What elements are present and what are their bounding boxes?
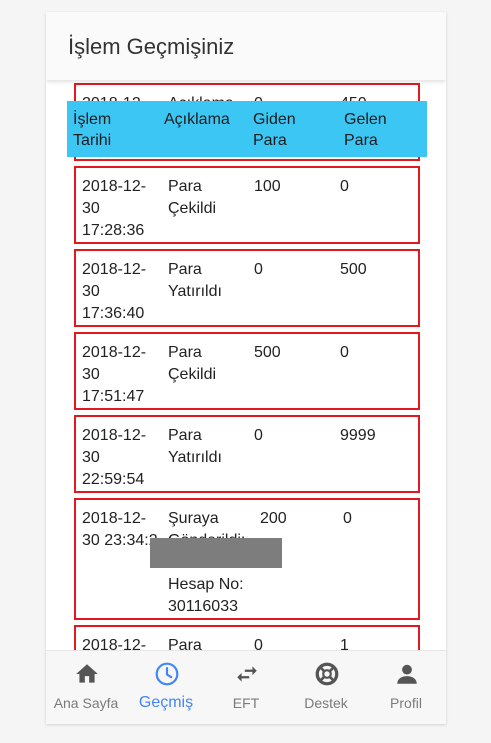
outgoing-cell: 0 <box>254 427 263 444</box>
bottom-navigation: Ana Sayfa Geçmiş EFT Destek Profil <box>46 650 446 724</box>
incoming-cell: 1 <box>340 637 349 650</box>
account-number-text: Hesap No: 30116033 <box>168 576 244 615</box>
clock-icon <box>155 662 179 686</box>
nav-history[interactable]: Geçmiş <box>126 651 206 724</box>
column-header-date: İşlem Tarihi <box>73 111 112 149</box>
column-header-outgoing: Giden Para <box>253 111 296 149</box>
incoming-cell: 0 <box>340 178 349 195</box>
table-row[interactable]: 2018-12- Para 0 1 <box>74 625 420 650</box>
description-cell: Para Çekildi <box>168 344 217 383</box>
nav-home[interactable]: Ana Sayfa <box>46 651 126 724</box>
nav-profile-label: Profil <box>390 695 422 711</box>
outgoing-cell: 0 <box>254 637 263 650</box>
home-icon <box>76 664 98 683</box>
nav-support-label: Destek <box>304 695 348 711</box>
date-cell: 2018-12- <box>82 637 147 650</box>
description-cell: Para Yatırıldı <box>168 427 222 466</box>
table-header: İşlem Tarihi Açıklama Giden Para Gelen P… <box>67 101 427 157</box>
app-window: İşlem Geçmişiniz 2018-12-30 Açıklama 0 4… <box>46 12 446 724</box>
description-cell: Para Yatırıldı <box>168 261 222 300</box>
description-cell: Para Çekildi <box>168 178 217 217</box>
nav-eft[interactable]: EFT <box>206 651 286 724</box>
table-row[interactable]: 2018-12-30 17:36:40 Para Yatırıldı 0 500 <box>74 249 420 327</box>
date-cell: 2018-12-30 23:34:2 <box>82 510 158 549</box>
person-icon <box>397 664 417 684</box>
nav-support[interactable]: Destek <box>286 651 366 724</box>
date-cell: 2018-12-30 17:28:36 <box>82 178 147 239</box>
incoming-cell: 500 <box>340 261 367 278</box>
incoming-cell: 0 <box>343 510 352 527</box>
table-row[interactable]: 2018-12-30 17:28:36 Para Çekildi 100 0 <box>74 166 420 244</box>
table-row[interactable]: 2018-12-30 17:51:47 Para Çekildi 500 0 <box>74 332 420 410</box>
lifebuoy-icon <box>315 662 339 686</box>
outgoing-cell: 0 <box>254 261 263 278</box>
outgoing-cell: 100 <box>254 178 281 195</box>
outgoing-cell: 200 <box>260 510 287 527</box>
page-header: İşlem Geçmişiniz <box>46 12 446 80</box>
nav-home-label: Ana Sayfa <box>53 695 119 711</box>
redaction-block <box>150 538 282 568</box>
table-row[interactable]: 2018-12-30 22:59:54 Para Yatırıldı 0 999… <box>74 415 420 493</box>
incoming-cell: 9999 <box>340 427 376 444</box>
description-cell: Para <box>168 637 202 650</box>
nav-history-label: Geçmiş <box>138 694 194 711</box>
table-row[interactable]: 2018-12-30 23:34:2 Şuraya Gönderildi: He… <box>74 498 420 620</box>
outgoing-cell: 500 <box>254 344 281 361</box>
transaction-list[interactable]: 2018-12-30 Açıklama 0 450 2018-12-30 17:… <box>46 80 446 650</box>
column-header-description: Açıklama <box>164 111 230 128</box>
date-cell: 2018-12-30 17:36:40 <box>82 261 147 322</box>
date-cell: 2018-12-30 17:51:47 <box>82 344 147 405</box>
incoming-cell: 0 <box>340 344 349 361</box>
date-cell: 2018-12-30 22:59:54 <box>82 427 147 488</box>
page-title: İşlem Geçmişiniz <box>68 34 235 59</box>
nav-profile[interactable]: Profil <box>366 651 446 724</box>
nav-eft-label: EFT <box>232 695 260 711</box>
swap-arrows-icon <box>237 666 257 682</box>
column-header-incoming: Gelen Para <box>344 111 387 149</box>
